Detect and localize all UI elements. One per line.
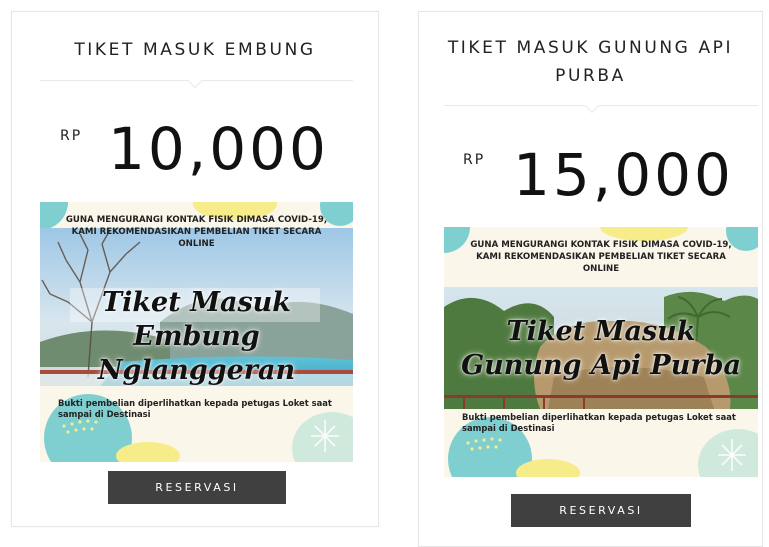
price-currency: RP [463, 152, 486, 168]
ticket-poster-image: GUNA MENGURANGI KONTAK FISIK DIMASA COVI… [40, 202, 353, 462]
price-amount: 15,000 [513, 141, 734, 209]
poster-footer-text: Bukti pembelian diperlihatkan kepada pet… [462, 412, 736, 433]
poster-title-line1: Tiket Masuk [101, 287, 292, 318]
divider-notch [187, 73, 203, 89]
poster-header-text: GUNA MENGURANGI KONTAK FISIK DIMASA COVI… [65, 215, 328, 249]
poster-header-text: GUNA MENGURANGI KONTAK FISIK DIMASA COVI… [470, 240, 732, 274]
divider-notch [584, 98, 600, 114]
card-title: TIKET MASUK GUNUNG API PURBA [447, 38, 734, 86]
card-title: TIKET MASUK EMBUNG [74, 40, 316, 60]
poster-title-line2: Embung Nglanggeran [97, 321, 296, 386]
price-currency: RP [60, 128, 83, 144]
reservasi-button[interactable]: RESERVASI [511, 494, 691, 527]
poster-title-line1: Tiket Masuk [506, 316, 696, 347]
poster-title: Tiket Masuk Embung Nglanggeran [40, 286, 353, 388]
price-amount: 10,000 [108, 115, 329, 183]
title-divider [444, 105, 758, 106]
ticket-card-embung: TIKET MASUK EMBUNG RP 10,000 GUNA MENGUR… [11, 11, 379, 527]
poster-footer-text: Bukti pembelian diperlihatkan kepada pet… [58, 398, 332, 419]
reservasi-button[interactable]: RESERVASI [108, 471, 286, 504]
ticket-card-gunung-api-purba: TIKET MASUK GUNUNG API PURBA RP 15,000 G… [418, 11, 763, 547]
ticket-poster-image: GUNA MENGURANGI KONTAK FISIK DIMASA COVI… [444, 227, 758, 477]
poster-title-line2: Gunung Api Purba [461, 350, 741, 381]
poster-title: Tiket Masuk Gunung Api Purba [444, 315, 758, 383]
